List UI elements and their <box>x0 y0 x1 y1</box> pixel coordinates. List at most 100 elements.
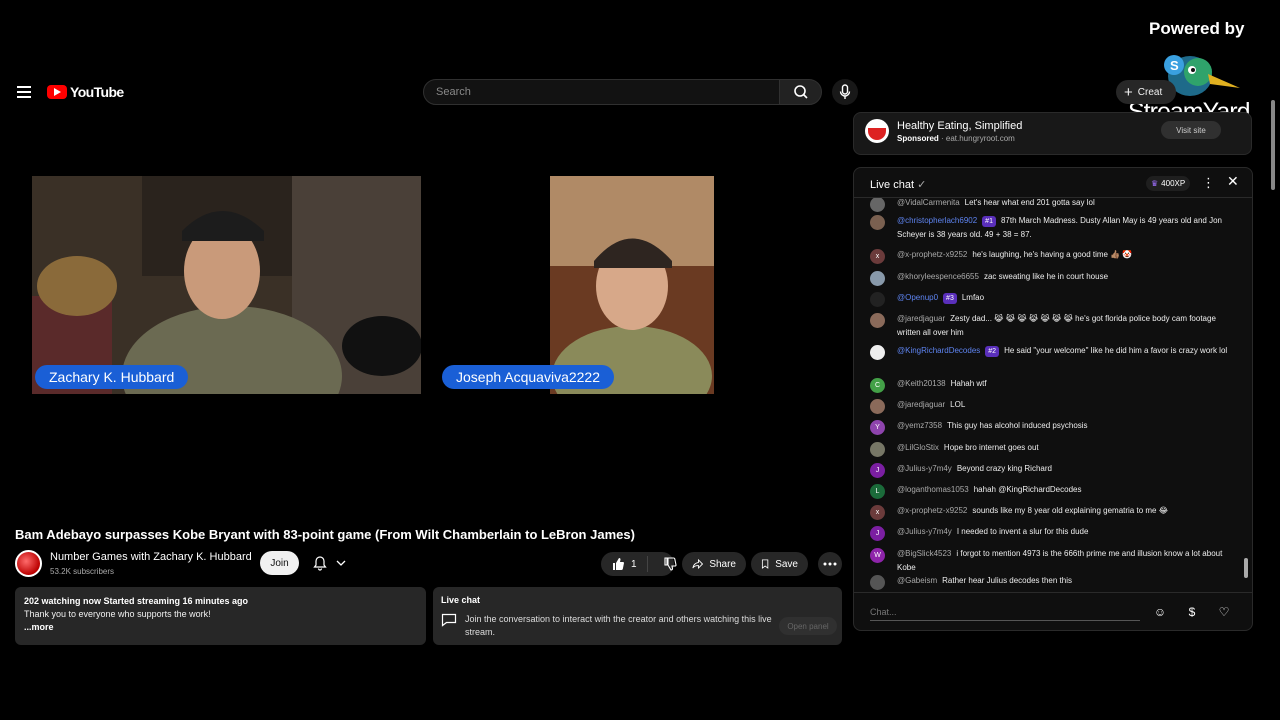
show-more-link[interactable]: ...more <box>24 621 417 634</box>
chat-text: sounds like my 8 year old explaining gem… <box>972 506 1169 515</box>
rank-badge: #3 <box>943 293 957 304</box>
chat-author[interactable]: @Keith20138 <box>897 379 946 388</box>
chat-author[interactable]: @jaredjaguar <box>897 400 945 409</box>
chat-author[interactable]: @Openup0 <box>897 293 938 302</box>
dislike-button[interactable] <box>654 557 686 571</box>
chevron-down-icon: ✓ <box>917 179 927 191</box>
chat-input-area: ☺ $ ♡ <box>854 592 1252 630</box>
chat-message: x @x-prophetz-x9252 sounds like my 8 year … <box>870 504 1232 520</box>
chat-scrollbar[interactable] <box>1243 202 1249 588</box>
chat-avatar[interactable]: L <box>870 484 885 499</box>
participant-video-1 <box>32 176 421 394</box>
chat-message-body: @yemz7358 This guy has alcohol induced ps… <box>897 419 1232 433</box>
chat-author[interactable]: @BigSlick4523 <box>897 549 951 558</box>
voice-search-button[interactable] <box>832 79 858 105</box>
chat-author[interactable]: @x-prophetz-x9252 <box>897 506 967 515</box>
channel-name[interactable]: Number Games with Zachary K. Hubbard <box>50 551 252 563</box>
ad-domain: eat.hungryroot.com <box>945 134 1015 143</box>
chat-message-body: @Gabeism Rather hear Julius decodes then … <box>897 574 1232 588</box>
chat-author[interactable]: @Gabeism <box>897 576 937 585</box>
search-input[interactable] <box>424 80 779 104</box>
channel-avatar[interactable] <box>15 550 42 577</box>
chat-avatar[interactable] <box>870 399 885 414</box>
chat-bubble-icon <box>441 613 457 627</box>
chat-author[interactable]: @jaredjaguar <box>897 314 945 323</box>
visit-site-button[interactable]: Visit site <box>1161 121 1221 139</box>
chat-avatar[interactable]: J <box>870 526 885 541</box>
chat-author[interactable]: @christopherlach6902 <box>897 216 977 225</box>
chat-message-body: @khoryleespence6655 zac sweating like he … <box>897 270 1232 284</box>
page-scroll-thumb[interactable] <box>1271 100 1275 190</box>
join-button[interactable]: Join <box>260 551 299 575</box>
chat-author[interactable]: @yemz7358 <box>897 421 942 430</box>
chat-author[interactable]: @KingRichardDecodes <box>897 346 980 355</box>
chat-avatar[interactable] <box>870 215 885 230</box>
more-actions-button[interactable] <box>818 552 842 576</box>
chat-message: @khoryleespence6655 zac sweating like he … <box>870 270 1232 286</box>
chat-author[interactable]: @x-prophetz-x9252 <box>897 250 967 259</box>
chat-avatar[interactable]: Y <box>870 420 885 435</box>
open-panel-button[interactable]: Open panel <box>779 617 837 635</box>
chat-message: x @x-prophetz-x9252 he's laughing, he's ha… <box>870 248 1232 264</box>
chat-message-body: @x-prophetz-x9252 he's laughing, he's hav… <box>897 248 1232 262</box>
chat-message-body: @Openup0 #3 Lmfao <box>897 291 1232 305</box>
chat-avatar[interactable] <box>870 292 885 307</box>
chat-scroll-thumb[interactable] <box>1244 558 1248 578</box>
sponsored-ad[interactable]: Healthy Eating, Simplified Sponsored · e… <box>853 112 1252 155</box>
notification-button[interactable] <box>306 551 356 575</box>
chat-text: zac sweating like he in court house <box>983 272 1109 281</box>
chat-avatar[interactable] <box>870 345 885 360</box>
emoji-icon[interactable]: ☺ <box>1152 604 1168 620</box>
chat-avatar[interactable] <box>870 313 885 328</box>
live-chat-title-text: Live chat <box>870 179 915 191</box>
heart-icon[interactable]: ♡ <box>1216 604 1232 620</box>
participant-name-1: Zachary K. Hubbard <box>35 365 189 389</box>
chat-message: @KingRichardDecodes #2 He said "your welco… <box>870 344 1232 360</box>
xp-value: 400XP <box>1161 179 1186 188</box>
crown-icon: ♛ <box>1151 179 1159 188</box>
super-chat-icon[interactable]: $ <box>1184 604 1200 620</box>
chat-avatar[interactable] <box>870 271 885 286</box>
description-text: Thank you to everyone who supports the w… <box>24 609 211 619</box>
xp-badge[interactable]: ♛ 400XP <box>1146 176 1191 191</box>
youtube-wordmark: YouTube <box>70 84 124 100</box>
chat-avatar[interactable]: x <box>870 249 885 264</box>
search-button[interactable] <box>779 79 822 105</box>
chat-avatar[interactable]: x <box>870 505 885 520</box>
page-scrollbar[interactable] <box>1269 100 1277 640</box>
create-button[interactable]: + Creat <box>1116 80 1176 104</box>
chat-avatar[interactable] <box>870 442 885 457</box>
like-button[interactable]: 1 <box>601 556 648 572</box>
close-icon[interactable]: ✕ <box>1227 173 1239 190</box>
menu-icon[interactable] <box>17 86 31 98</box>
chat-author[interactable]: @VidalCarmenita <box>897 198 960 207</box>
share-button[interactable]: Share <box>682 552 746 576</box>
youtube-logo[interactable]: YouTube <box>47 84 124 100</box>
chat-avatar[interactable]: J <box>870 463 885 478</box>
sponsored-label: Sponsored <box>897 134 939 143</box>
description-box[interactable]: 202 watching now Started streaming 16 mi… <box>15 587 426 645</box>
thumbs-down-icon <box>664 557 677 571</box>
chat-avatar[interactable]: C <box>870 378 885 393</box>
chat-author[interactable]: @LilGloStix <box>897 443 939 452</box>
chat-menu-icon[interactable]: ⋮ <box>1202 175 1215 191</box>
chat-author[interactable]: @Julius-y7m4y <box>897 527 952 536</box>
chat-author[interactable]: @Julius-y7m4y <box>897 464 952 473</box>
chat-message: @Gabeism Rather hear Julius decodes then … <box>870 574 1232 590</box>
chat-text: This guy has alcohol induced psychosis <box>947 421 1088 430</box>
live-chat-title[interactable]: Live chat ✓ <box>870 178 926 191</box>
chat-message: @jaredjaguar Zesty dad... 😹 😹 😹 😹 😹 😹 😹 h… <box>870 312 1232 340</box>
save-button[interactable]: Save <box>751 552 808 576</box>
chat-message-body: @Julius-y7m4y Beyond crazy king Richard <box>897 462 1232 476</box>
chat-avatar[interactable] <box>870 575 885 590</box>
chat-avatar[interactable]: W <box>870 548 885 563</box>
live-chat-panel: Live chat ✓ ♛ 400XP ⋮ ✕ @VidalCarmenita Le… <box>853 167 1253 631</box>
chat-input[interactable] <box>870 603 1140 621</box>
chat-messages: @VidalCarmenita Let's hear what end 201 g… <box>854 198 1238 590</box>
video-title: Bam Adebayo surpasses Kobe Bryant with 8… <box>15 527 635 542</box>
live-chat-promo-message: Join the conversation to interact with t… <box>465 614 772 637</box>
chat-author[interactable]: @loganthomas1053 <box>897 485 969 494</box>
chat-avatar[interactable] <box>870 198 885 212</box>
chat-message: Y @yemz7358 This guy has alcohol induced p… <box>870 419 1232 435</box>
chat-author[interactable]: @khoryleespence6655 <box>897 272 979 281</box>
